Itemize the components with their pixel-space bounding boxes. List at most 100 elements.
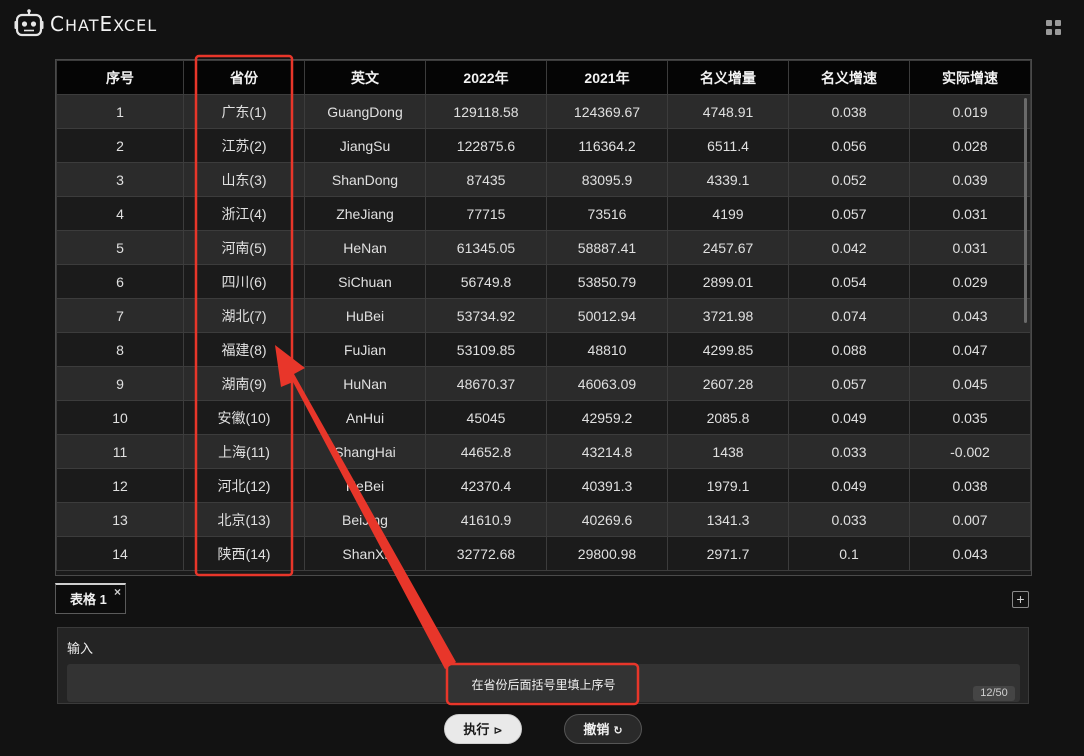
grid-menu-icon[interactable]: [1046, 20, 1062, 36]
table-cell[interactable]: 0.038: [788, 94, 910, 129]
table-cell[interactable]: 1438: [667, 434, 789, 469]
table-cell[interactable]: 13: [56, 502, 184, 537]
table-cell[interactable]: 14: [56, 536, 184, 571]
table-cell[interactable]: 2457.67: [667, 230, 789, 265]
table-cell[interactable]: 6: [56, 264, 184, 299]
column-header[interactable]: 实际增速: [909, 60, 1031, 95]
table-cell[interactable]: 45045: [425, 400, 547, 435]
table-cell[interactable]: 0.039: [909, 162, 1031, 197]
table-cell[interactable]: 2607.28: [667, 366, 789, 401]
table-cell[interactable]: 0.088: [788, 332, 910, 367]
table-cell[interactable]: ShanXi: [304, 536, 426, 571]
table-cell[interactable]: 安徽(10): [183, 400, 305, 435]
table-cell[interactable]: 40391.3: [546, 468, 668, 503]
table-cell[interactable]: 0.028: [909, 128, 1031, 163]
close-icon[interactable]: ×: [114, 585, 121, 599]
table-cell[interactable]: 0.042: [788, 230, 910, 265]
table-cell[interactable]: 87435: [425, 162, 547, 197]
table-cell[interactable]: 0.029: [909, 264, 1031, 299]
table-cell[interactable]: 陕西(14): [183, 536, 305, 571]
table-cell[interactable]: 0.052: [788, 162, 910, 197]
table-cell[interactable]: 6511.4: [667, 128, 789, 163]
table-cell[interactable]: 56749.8: [425, 264, 547, 299]
table-cell[interactable]: 广东(1): [183, 94, 305, 129]
table-cell[interactable]: 32772.68: [425, 536, 547, 571]
table-cell[interactable]: 2899.01: [667, 264, 789, 299]
table-cell[interactable]: 50012.94: [546, 298, 668, 333]
table-cell[interactable]: HuBei: [304, 298, 426, 333]
table-cell[interactable]: 83095.9: [546, 162, 668, 197]
table-cell[interactable]: 44652.8: [425, 434, 547, 469]
table-cell[interactable]: 0.007: [909, 502, 1031, 537]
table-cell[interactable]: 0.049: [788, 400, 910, 435]
table-cell[interactable]: FuJian: [304, 332, 426, 367]
table-cell[interactable]: 2: [56, 128, 184, 163]
table-cell[interactable]: 12: [56, 468, 184, 503]
table-cell[interactable]: 4299.85: [667, 332, 789, 367]
table-cell[interactable]: 3721.98: [667, 298, 789, 333]
table-cell[interactable]: 29800.98: [546, 536, 668, 571]
table-cell[interactable]: 7: [56, 298, 184, 333]
table-cell[interactable]: 0.057: [788, 366, 910, 401]
table-cell[interactable]: 0.031: [909, 196, 1031, 231]
table-cell[interactable]: ShangHai: [304, 434, 426, 469]
table-cell[interactable]: 山东(3): [183, 162, 305, 197]
run-button[interactable]: 执行 ⊳: [444, 714, 522, 744]
table-cell[interactable]: HuNan: [304, 366, 426, 401]
prompt-input[interactable]: 在省份后面括号里填上序号 12/50: [67, 664, 1020, 702]
table-cell[interactable]: 0.033: [788, 434, 910, 469]
table-cell[interactable]: GuangDong: [304, 94, 426, 129]
table-cell[interactable]: 0.031: [909, 230, 1031, 265]
table-cell[interactable]: 42959.2: [546, 400, 668, 435]
table-cell[interactable]: 4199: [667, 196, 789, 231]
undo-button[interactable]: 撤销 ↻: [564, 714, 642, 744]
table-cell[interactable]: 129118.58: [425, 94, 547, 129]
table-cell[interactable]: 43214.8: [546, 434, 668, 469]
tab-sheet-1[interactable]: 表格 1 ×: [55, 583, 126, 614]
table-cell[interactable]: 10: [56, 400, 184, 435]
table-cell[interactable]: 浙江(4): [183, 196, 305, 231]
table-cell[interactable]: 0.033: [788, 502, 910, 537]
table-cell[interactable]: 53850.79: [546, 264, 668, 299]
table-cell[interactable]: 53734.92: [425, 298, 547, 333]
add-tab-button[interactable]: +: [1012, 591, 1029, 608]
table-cell[interactable]: 4: [56, 196, 184, 231]
column-header[interactable]: 2021年: [546, 60, 668, 95]
table-cell[interactable]: 0.057: [788, 196, 910, 231]
table-cell[interactable]: 124369.67: [546, 94, 668, 129]
table-cell[interactable]: 77715: [425, 196, 547, 231]
table-cell[interactable]: 0.054: [788, 264, 910, 299]
table-cell[interactable]: 8: [56, 332, 184, 367]
table-cell[interactable]: 5: [56, 230, 184, 265]
table-cell[interactable]: 58887.41: [546, 230, 668, 265]
table-cell[interactable]: 河南(5): [183, 230, 305, 265]
table-cell[interactable]: 53109.85: [425, 332, 547, 367]
table-scrollbar[interactable]: [1024, 98, 1027, 323]
table-cell[interactable]: 湖北(7): [183, 298, 305, 333]
table-cell[interactable]: 42370.4: [425, 468, 547, 503]
table-cell[interactable]: 0.038: [909, 468, 1031, 503]
table-cell[interactable]: 4339.1: [667, 162, 789, 197]
table-cell[interactable]: 48670.37: [425, 366, 547, 401]
table-cell[interactable]: 61345.05: [425, 230, 547, 265]
table-cell[interactable]: 40269.6: [546, 502, 668, 537]
table-cell[interactable]: 9: [56, 366, 184, 401]
table-cell[interactable]: HeBei: [304, 468, 426, 503]
table-cell[interactable]: ShanDong: [304, 162, 426, 197]
table-cell[interactable]: 2085.8: [667, 400, 789, 435]
table-cell[interactable]: 0.043: [909, 298, 1031, 333]
table-cell[interactable]: 1: [56, 94, 184, 129]
table-cell[interactable]: 48810: [546, 332, 668, 367]
table-cell[interactable]: JiangSu: [304, 128, 426, 163]
table-cell[interactable]: 河北(12): [183, 468, 305, 503]
table-cell[interactable]: 0.049: [788, 468, 910, 503]
table-cell[interactable]: AnHui: [304, 400, 426, 435]
table-cell[interactable]: 3: [56, 162, 184, 197]
table-cell[interactable]: BeiJing: [304, 502, 426, 537]
table-cell[interactable]: 0.056: [788, 128, 910, 163]
table-cell[interactable]: HeNan: [304, 230, 426, 265]
table-cell[interactable]: 122875.6: [425, 128, 547, 163]
table-cell[interactable]: 北京(13): [183, 502, 305, 537]
table-cell[interactable]: 江苏(2): [183, 128, 305, 163]
table-cell[interactable]: 1979.1: [667, 468, 789, 503]
